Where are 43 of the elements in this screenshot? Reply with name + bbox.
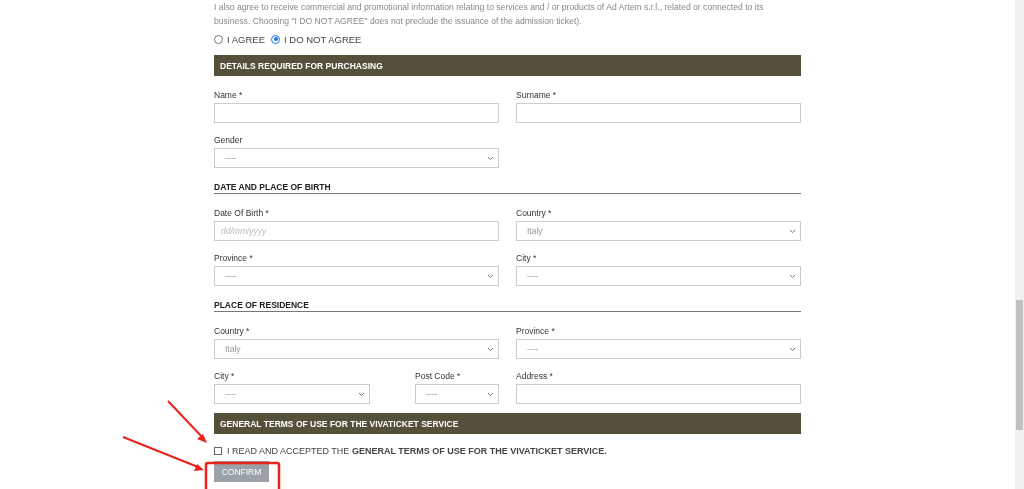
chevron-down-icon: [789, 228, 796, 234]
dropdown-field[interactable]: Italy: [214, 339, 499, 359]
radio-option[interactable]: I DO NOT AGREE: [271, 33, 362, 45]
dropdown-field[interactable]: ----: [214, 266, 499, 286]
chevron-down-icon: [487, 391, 494, 397]
field-label: Address *: [516, 370, 554, 383]
dropdown-field[interactable]: ----: [516, 266, 801, 286]
chevron-down-icon: [358, 391, 365, 397]
chevron-down-icon: [789, 273, 796, 279]
dropdown-field[interactable]: ----: [214, 384, 370, 404]
field-label: Gender: [214, 134, 244, 147]
dropdown-field[interactable]: ----: [415, 384, 499, 404]
terms-text: I READ AND ACCEPTED THE GENERAL TERMS OF USE FOR THE VIVATICKET SERVICE.: [227, 446, 607, 456]
field-label: Province *: [214, 252, 254, 265]
field-label: Date Of Birth *: [214, 207, 270, 220]
section-header: GENERAL TERMS OF USE FOR THE VIVATICKET SERVICE: [214, 413, 801, 434]
dropdown-field[interactable]: ----: [516, 339, 801, 359]
field-label: Country *: [214, 325, 251, 338]
field-label: City *: [214, 370, 236, 383]
input-field[interactable]: [516, 103, 801, 123]
confirm-button[interactable]: CONFIRM: [214, 461, 269, 482]
field-label: City *: [516, 252, 538, 265]
dropdown-field[interactable]: Italy: [516, 221, 801, 241]
field-label: Post Code *: [415, 370, 462, 383]
field-label: Surname *: [516, 89, 558, 102]
input-field[interactable]: [516, 384, 801, 404]
radio-option[interactable]: I AGREE: [214, 33, 265, 45]
field-label: Province *: [516, 325, 556, 338]
checkbox[interactable]: [214, 447, 222, 455]
input-field[interactable]: dd/mm/yyyy: [214, 221, 499, 241]
dropdown-field[interactable]: ----: [214, 148, 499, 168]
section-heading: PLACE OF RESIDENCE: [214, 300, 801, 312]
input-field[interactable]: [214, 103, 499, 123]
section-heading: DATE AND PLACE OF BIRTH: [214, 182, 801, 194]
scrollbar[interactable]: [1015, 0, 1024, 489]
field-label: Country *: [516, 207, 553, 220]
section-header: DETAILS REQUIRED FOR PURCHASING: [214, 55, 801, 76]
chevron-down-icon: [487, 346, 494, 352]
chevron-down-icon: [789, 346, 796, 352]
chevron-down-icon: [487, 155, 494, 161]
consent-text: I also agree to receive commercial and promotional information relating to services and / or products of Ad Artem s.r.l., related or connected to its business. Choosing "I DO NOT AGREE" does not preclude the issuance of the admission ticket).: [214, 1, 765, 28]
field-label: Name *: [214, 89, 244, 102]
chevron-down-icon: [487, 273, 494, 279]
